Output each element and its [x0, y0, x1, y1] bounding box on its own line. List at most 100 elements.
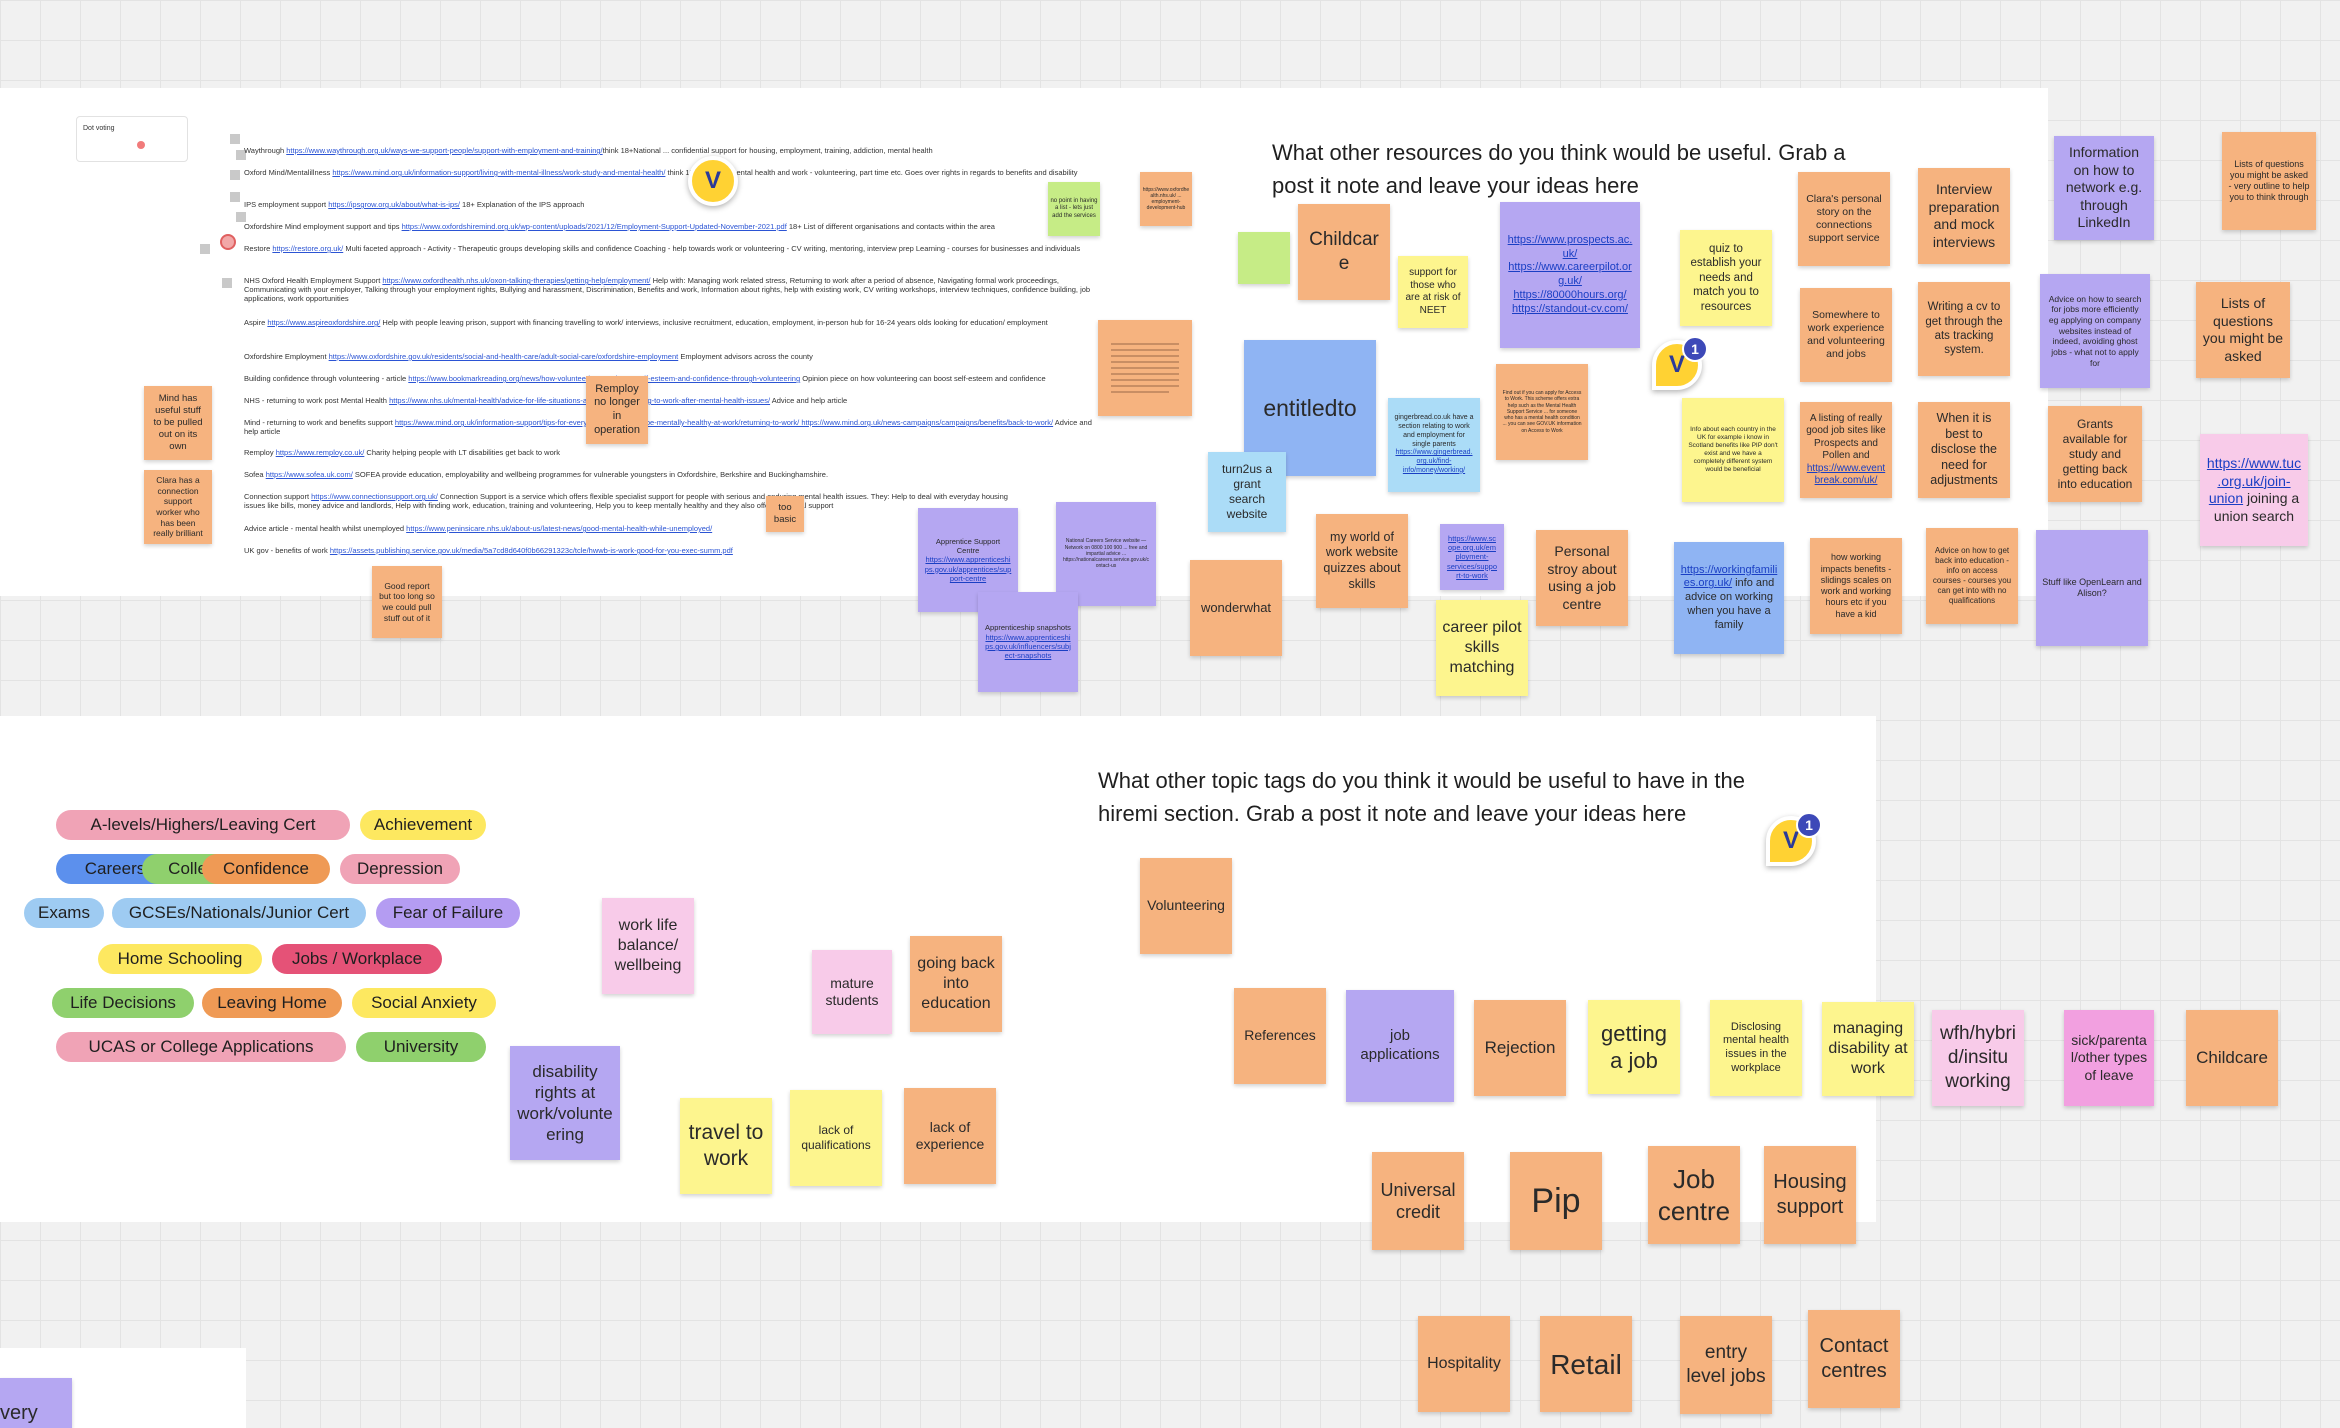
sticky-note[interactable]: Rejection	[1474, 1000, 1566, 1096]
tag-chip[interactable]: University	[356, 1032, 486, 1062]
sticky-note[interactable]: support for those who are at risk of NEE…	[1398, 256, 1468, 328]
sticky-note[interactable]: disability rights at work/volunteering	[510, 1046, 620, 1160]
sticky-note[interactable]: getting a job	[1588, 1000, 1680, 1094]
sticky-note[interactable]: Advice on how to search for jobs more ef…	[2040, 274, 2150, 388]
doc-link[interactable]: https://www.remploy.co.uk/	[276, 448, 365, 457]
sticky-note[interactable]: career pilot skills matching	[1436, 600, 1528, 696]
sticky-note[interactable]: https://www.prospects.ac.uk/ https://www…	[1500, 202, 1640, 348]
sticky-note[interactable]: job applications	[1346, 990, 1454, 1102]
sticky-note[interactable]	[1098, 320, 1192, 416]
sticky-note[interactable]: https://www.scope.org.uk/employment-serv…	[1440, 524, 1504, 590]
tag-chip[interactable]: Home Schooling	[98, 944, 262, 974]
tag-chip[interactable]: Confidence	[202, 854, 330, 884]
sticky-note[interactable]: Advice on how to get back into education…	[1926, 528, 2018, 624]
doc-link[interactable]: https://www.mind.org.uk/information-supp…	[332, 168, 665, 177]
sticky-note[interactable]: wonderwhat	[1190, 560, 1282, 656]
sticky-note[interactable]	[1238, 232, 1290, 284]
sticky-note[interactable]: Job centre	[1648, 1146, 1740, 1244]
doc-link[interactable]: https://www.nhs.uk/mental-health/advice-…	[389, 396, 770, 405]
sticky-note[interactable]: https://www.tuc.org.uk/join-union joinin…	[2200, 434, 2308, 546]
note-link[interactable]: https://www.gingerbread.org.uk/find-info…	[1395, 449, 1472, 474]
drag-handle[interactable]	[236, 212, 246, 222]
doc-link[interactable]: https://www.oxfordshiremind.org.uk/wp-co…	[402, 222, 787, 231]
doc-link[interactable]: https://www.waythrough.org.uk/ways-we-su…	[286, 146, 602, 155]
tag-chip[interactable]: Life Decisions	[52, 988, 194, 1018]
sticky-note[interactable]: Interview preparation and mock interview…	[1918, 168, 2010, 264]
sticky-note[interactable]: how working impacts benefits - slidings …	[1810, 538, 1902, 634]
sticky-note[interactable]: going back into education	[910, 936, 1002, 1032]
sticky-note[interactable]: sick/parental/other types of leave	[2064, 1010, 2154, 1106]
drag-handle[interactable]	[222, 278, 232, 288]
sticky-note[interactable]: Apprenticeship snapshots https://www.app…	[978, 592, 1078, 692]
sticky-note[interactable]: Clara's personal story on the connection…	[1798, 172, 1890, 266]
sticky-note[interactable]: Clara has a connection support worker wh…	[144, 470, 212, 544]
sticky-note[interactable]: Find out if you can apply for Access to …	[1496, 364, 1588, 460]
sticky-note[interactable]: Info about each country in the UK for ex…	[1682, 398, 1784, 502]
doc-link[interactable]: https://www.aspireoxfordshire.org/	[267, 318, 380, 327]
sticky-note[interactable]: quiz to establish your needs and match y…	[1680, 230, 1772, 326]
tag-chip[interactable]: Social Anxiety	[352, 988, 496, 1018]
sticky-note[interactable]: When it is best to disclose the need for…	[1918, 402, 2010, 498]
doc-link[interactable]: https://www.mind.org.uk/information-supp…	[395, 418, 1053, 427]
doc-link[interactable]: https://restore.org.uk/	[272, 244, 343, 253]
sticky-note[interactable]: managing disability at work	[1822, 1002, 1914, 1096]
sticky-note[interactable]: Good report but too long so we could pul…	[372, 566, 442, 638]
tag-chip[interactable]: UCAS or College Applications	[56, 1032, 346, 1062]
sticky-note[interactable]: wfh/hybrid/insitu working	[1932, 1010, 2024, 1106]
doc-link[interactable]: https://ipsgrow.org.uk/about/what-is-ips…	[328, 200, 460, 209]
tag-chip[interactable]: GCSEs/Nationals/Junior Cert	[112, 898, 366, 928]
tag-chip[interactable]: Fear of Failure	[376, 898, 520, 928]
dot-voting-widget[interactable]: Dot voting	[76, 116, 188, 162]
tag-chip[interactable]: Jobs / Workplace	[272, 944, 442, 974]
sticky-note[interactable]: Hospitality	[1418, 1316, 1510, 1412]
sticky-note[interactable]: gingerbread.co.uk have a section relatin…	[1388, 398, 1480, 492]
sticky-note[interactable]: Stuff like OpenLearn and Alison?	[2036, 530, 2148, 646]
note-link[interactable]: https://www.apprenticeships.gov.uk/influ…	[985, 633, 1071, 661]
sticky-note[interactable]: Childcare	[1298, 204, 1390, 300]
sticky-note[interactable]: Pip	[1510, 1152, 1602, 1250]
sticky-note[interactable]: travel to work	[680, 1098, 772, 1194]
sticky-note[interactable]: A listing of really good job sites like …	[1800, 402, 1892, 498]
doc-link[interactable]: https://www.peninsicare.nhs.uk/about-us/…	[406, 524, 712, 533]
sticky-note[interactable]: my world of work website quizzes about s…	[1316, 514, 1408, 608]
doc-link[interactable]: https://assets.publishing.service.gov.uk…	[330, 546, 733, 555]
sticky-note[interactable]: lack of qualifications	[790, 1090, 882, 1186]
sticky-note[interactable]: Grants available for study and getting b…	[2048, 406, 2142, 502]
sticky-note[interactable]: work life balance/ wellbeing	[602, 898, 694, 994]
sticky-note[interactable]: Somewhere to work experience and volunte…	[1800, 288, 1892, 382]
note-link[interactable]: https://www.eventbreak.com/uk/	[1807, 463, 1885, 487]
drag-handle[interactable]	[230, 192, 240, 202]
sticky-note[interactable]: Information on how to network e.g. throu…	[2054, 136, 2154, 240]
sticky-note[interactable]: Remploy no longer in operation	[586, 376, 648, 444]
sticky-note[interactable]: https://workingfamilies.org.uk/ info and…	[1674, 542, 1784, 654]
sticky-note[interactable]: Contact centres	[1808, 1310, 1900, 1408]
drag-handle[interactable]	[230, 134, 240, 144]
tag-chip[interactable]: Exams	[24, 898, 104, 928]
sticky-note[interactable]: Mind has useful stuff to be pulled out o…	[144, 386, 212, 460]
tag-chip[interactable]: Leaving Home	[202, 988, 342, 1018]
record-dot[interactable]	[220, 234, 236, 250]
sticky-note[interactable]: Housing support	[1764, 1146, 1856, 1244]
tag-chip[interactable]: Achievement	[360, 810, 486, 840]
tag-chip[interactable]: Depression	[340, 854, 460, 884]
note-link[interactable]: https://www.prospects.ac.uk/ https://www…	[1506, 234, 1634, 317]
doc-link[interactable]: https://www.oxfordshire.gov.uk/residents…	[329, 352, 679, 361]
sticky-note[interactable]: turn2us a grant search website	[1208, 452, 1286, 532]
sticky-note[interactable]: mature students	[812, 950, 892, 1034]
doc-link[interactable]: https://www.connectionsupport.org.uk/	[311, 492, 438, 501]
doc-link[interactable]: https://www.oxfordhealth.nhs.uk/oxon-tal…	[382, 276, 650, 285]
sticky-note[interactable]: Disclosing mental health issues in the w…	[1710, 1000, 1802, 1096]
drag-handle[interactable]	[230, 170, 240, 180]
sticky-note[interactable]: Childcare	[2186, 1010, 2278, 1106]
sticky-note[interactable]: Retail	[1540, 1316, 1632, 1412]
drag-handle[interactable]	[200, 244, 210, 254]
sticky-note[interactable]: Personal stroy about using a job centre	[1536, 530, 1628, 626]
sticky-note[interactable]: Writing a cv to get through the ats trac…	[1918, 282, 2010, 376]
sticky-note[interactable]: Volunteering	[1140, 858, 1232, 954]
sticky-note[interactable]: References	[1234, 988, 1326, 1084]
sticky-note[interactable]: https://www.oxfordhealth.nhs.uk/ ... emp…	[1140, 172, 1192, 226]
doc-link[interactable]: https://www.sofea.uk.com/	[266, 470, 353, 479]
sticky-note[interactable]: Universal credit	[1372, 1152, 1464, 1250]
note-link[interactable]: https://www.scope.org.uk/employment-serv…	[1446, 534, 1498, 581]
sticky-note[interactable]: National Careers Service website — Netwo…	[1056, 502, 1156, 606]
